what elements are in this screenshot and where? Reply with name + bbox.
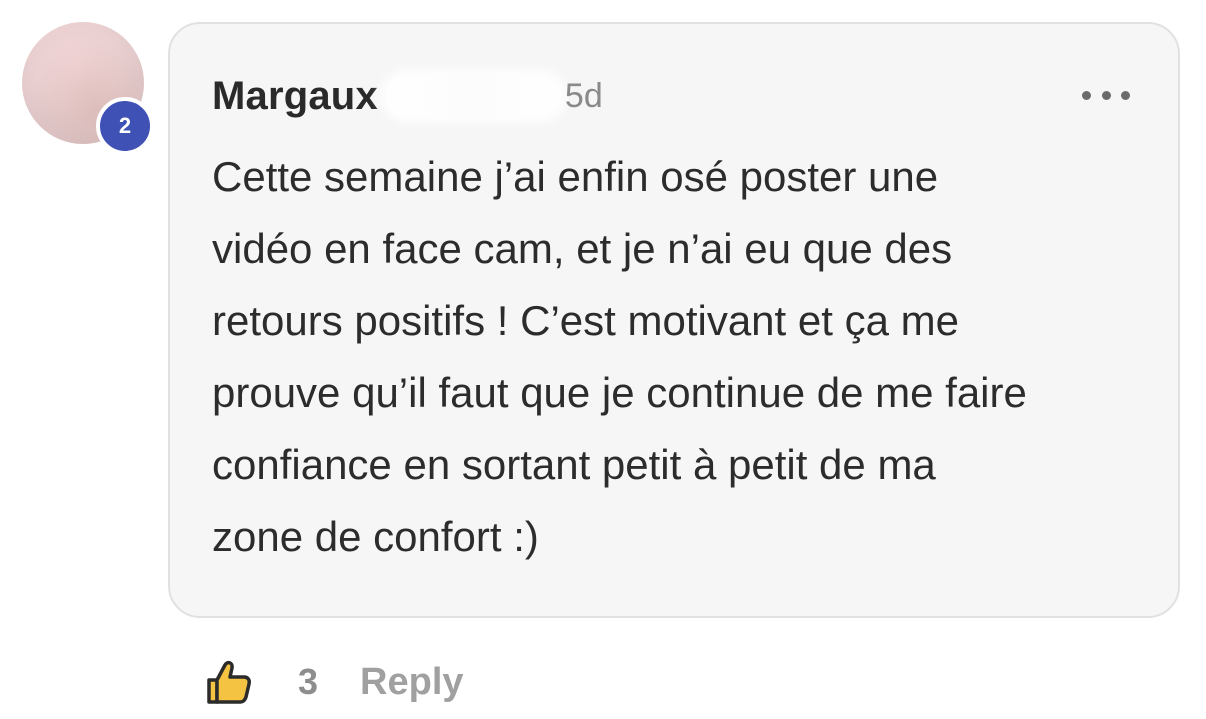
thumbs-up-icon: [207, 660, 251, 704]
redacted-surname: [385, 76, 561, 116]
author-row: Margaux 5d: [212, 68, 603, 124]
avatar-badge: 2: [96, 97, 154, 155]
comment: 2 Margaux 5d Cette semaine j’ai enfin os…: [0, 0, 1206, 719]
more-options-icon[interactable]: [1082, 82, 1130, 108]
author-name[interactable]: Margaux: [212, 74, 378, 119]
comment-actions: 3 Reply: [200, 650, 464, 714]
comment-bubble: Margaux 5d Cette semaine j’ai enfin osé …: [168, 22, 1180, 618]
comment-text: Cette semaine j’ai enfin osé poster une …: [212, 153, 1027, 560]
like-count: 3: [298, 661, 319, 702]
comment-timestamp[interactable]: 5d: [565, 77, 603, 116]
reply-button[interactable]: Reply: [360, 661, 463, 704]
like-button[interactable]: [200, 654, 256, 710]
